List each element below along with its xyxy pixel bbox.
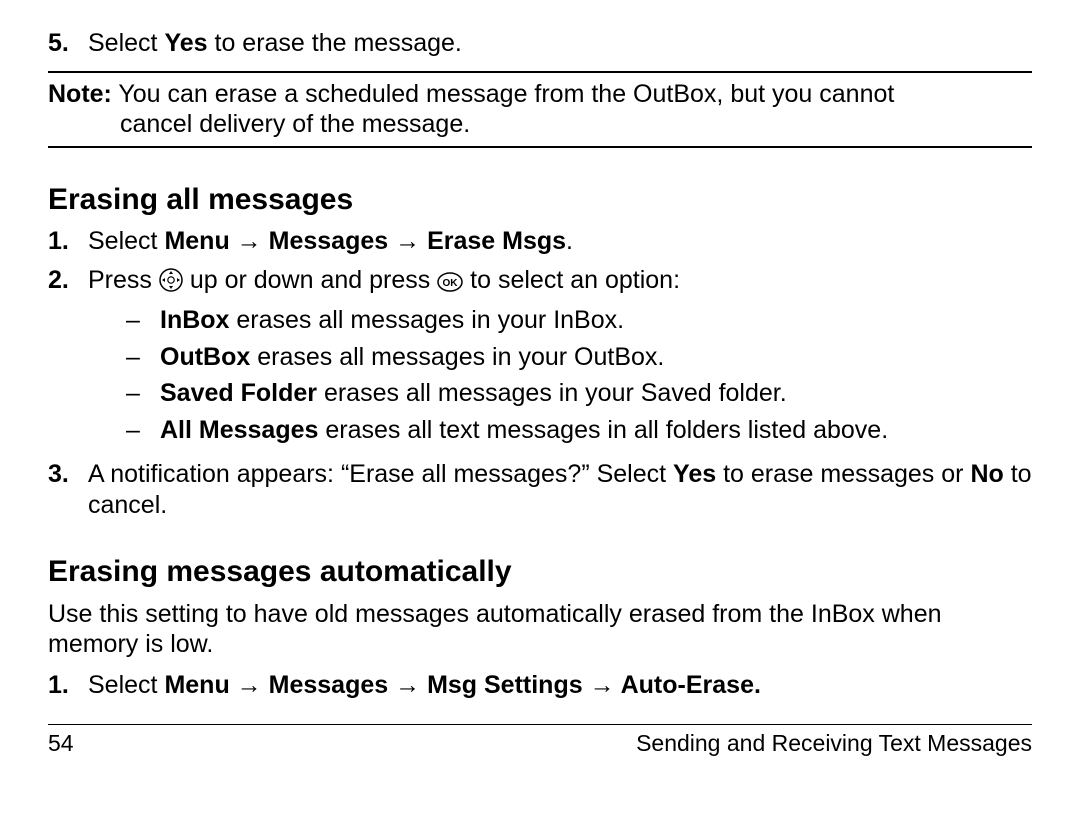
heading-erasing-auto: Erasing messages automatically bbox=[48, 554, 1032, 591]
menu-path-erase: Erase Msgs bbox=[427, 227, 566, 255]
option-saved-folder: – Saved Folder erases all messages in yo… bbox=[126, 378, 1032, 409]
step-body: A notification appears: “Erase all messa… bbox=[88, 459, 1032, 520]
option-all-messages: – All Messages erases all text messages … bbox=[126, 415, 1032, 446]
option-term: OutBox bbox=[160, 343, 250, 371]
sectionB-step1: 1. Select Menu → Messages → Msg Settings… bbox=[48, 670, 1032, 701]
step-body: Select Menu → Messages → Msg Settings → … bbox=[88, 670, 1032, 701]
step-number: 2. bbox=[48, 265, 88, 452]
dash-bullet: – bbox=[126, 342, 160, 373]
page-footer: 54 Sending and Receiving Text Messages bbox=[48, 724, 1032, 757]
option-desc: erases all messages in your OutBox. bbox=[250, 343, 664, 371]
note-label: Note: bbox=[48, 80, 112, 108]
step-body: Select Menu → Messages → Erase Msgs. bbox=[88, 226, 1032, 257]
note-text: You can erase a scheduled message from t… bbox=[112, 80, 894, 108]
step-body: Select Yes to erase the message. bbox=[88, 28, 1032, 59]
step-number: 3. bbox=[48, 459, 88, 520]
option-term: Saved Folder bbox=[160, 379, 317, 407]
option-body: InBox erases all messages in your InBox. bbox=[160, 305, 624, 336]
sectionB-intro: Use this setting to have old messages au… bbox=[48, 599, 1032, 660]
menu-path-menu: Menu bbox=[164, 227, 229, 255]
yes-label: Yes bbox=[673, 460, 716, 488]
menu-path-messages: Messages bbox=[269, 671, 389, 699]
heading-erasing-all: Erasing all messages bbox=[48, 182, 1032, 219]
text: . bbox=[566, 227, 573, 255]
option-body: OutBox erases all messages in your OutBo… bbox=[160, 342, 664, 373]
menu-path-messages: Messages bbox=[269, 227, 389, 255]
step-number: 1. bbox=[48, 670, 88, 701]
option-desc: erases all messages in your Saved folder… bbox=[317, 379, 787, 407]
menu-path-menu: Menu bbox=[164, 671, 229, 699]
arrow-icon: → bbox=[230, 671, 269, 699]
text: A notification appears: “Erase all messa… bbox=[88, 460, 673, 488]
dash-bullet: – bbox=[126, 415, 160, 446]
note-block: Note: You can erase a scheduled message … bbox=[48, 71, 1032, 148]
option-body: Saved Folder erases all messages in your… bbox=[160, 378, 787, 409]
option-term: InBox bbox=[160, 306, 229, 334]
menu-path-msg-settings: Msg Settings bbox=[427, 671, 583, 699]
ok-key-icon: OK bbox=[437, 269, 463, 300]
page-number: 54 bbox=[48, 729, 74, 757]
option-desc: erases all text messages in all folders … bbox=[318, 416, 888, 444]
text: Select bbox=[88, 29, 164, 57]
sectionA-step2: 2. Press up or down and press OK bbox=[48, 265, 1032, 452]
arrow-icon: → bbox=[388, 671, 427, 699]
manual-page: 5. Select Yes to erase the message. Note… bbox=[0, 0, 1080, 757]
svg-text:OK: OK bbox=[443, 278, 459, 289]
no-label: No bbox=[970, 460, 1003, 488]
text: to erase the message. bbox=[208, 29, 462, 57]
arrow-icon: → bbox=[388, 227, 427, 255]
dash-bullet: – bbox=[126, 305, 160, 336]
option-outbox: – OutBox erases all messages in your Out… bbox=[126, 342, 1032, 373]
note-line1: Note: You can erase a scheduled message … bbox=[48, 79, 1032, 110]
text: to select an option: bbox=[470, 266, 680, 294]
step-number: 5. bbox=[48, 28, 88, 59]
text: Select bbox=[88, 227, 164, 255]
text: up or down and press bbox=[190, 266, 437, 294]
text: to erase messages or bbox=[716, 460, 970, 488]
nav-key-icon bbox=[159, 268, 183, 300]
sectionA-step3: 3. A notification appears: “Erase all me… bbox=[48, 459, 1032, 520]
option-term: All Messages bbox=[160, 416, 318, 444]
step-5: 5. Select Yes to erase the message. bbox=[48, 28, 1032, 59]
dash-bullet: – bbox=[126, 378, 160, 409]
menu-path-auto-erase: Auto-Erase. bbox=[621, 671, 761, 699]
option-list: – InBox erases all messages in your InBo… bbox=[88, 305, 1032, 445]
note-line2: cancel delivery of the message. bbox=[120, 109, 1032, 140]
chapter-title: Sending and Receiving Text Messages bbox=[636, 729, 1032, 757]
text: Select bbox=[88, 671, 164, 699]
yes-label: Yes bbox=[164, 29, 207, 57]
arrow-icon: → bbox=[583, 671, 621, 699]
option-desc: erases all messages in your InBox. bbox=[229, 306, 624, 334]
step-number: 1. bbox=[48, 226, 88, 257]
arrow-icon: → bbox=[230, 227, 269, 255]
option-body: All Messages erases all text messages in… bbox=[160, 415, 888, 446]
sectionA-step1: 1. Select Menu → Messages → Erase Msgs. bbox=[48, 226, 1032, 257]
step-body: Press up or down and press OK to bbox=[88, 265, 1032, 452]
text: Press bbox=[88, 266, 159, 294]
option-inbox: – InBox erases all messages in your InBo… bbox=[126, 305, 1032, 336]
